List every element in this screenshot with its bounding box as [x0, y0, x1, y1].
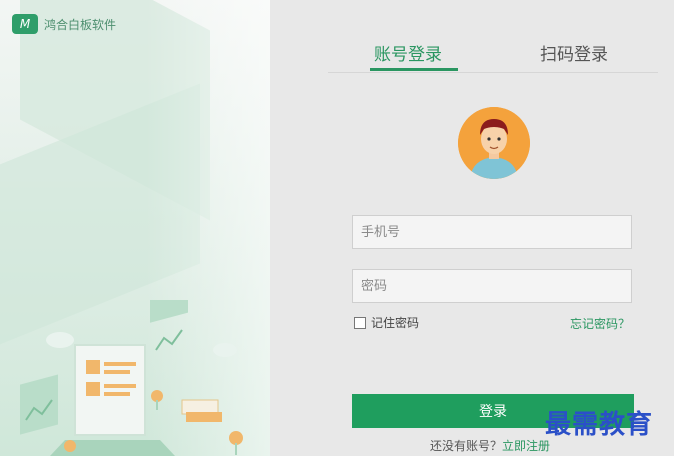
remember-label: 记住密码 [371, 316, 420, 330]
tab-account-login[interactable]: 账号登录 [374, 40, 442, 65]
forgot-password-link[interactable]: 忘记密码？ [570, 315, 630, 332]
password-input[interactable] [353, 270, 631, 302]
illustration-panel: M 鸿合白板软件 [0, 0, 270, 456]
avatar-icon [458, 107, 530, 179]
education-illustration [20, 300, 243, 456]
password-field[interactable] [352, 269, 632, 303]
phone-field[interactable] [352, 215, 632, 249]
brand-name: 鸿合白板软件 [44, 17, 117, 32]
phone-input[interactable] [353, 216, 631, 248]
remember-password[interactable]: 记住密码 [354, 314, 419, 331]
register-prompt-text: 还没有账号？ [430, 439, 503, 453]
remember-checkbox[interactable] [354, 316, 366, 329]
brand: M 鸿合白板软件 [12, 14, 116, 34]
brand-logo: M [12, 14, 38, 34]
login-panel: 账号登录 扫码登录 记住密码 忘记密码？ [270, 0, 674, 456]
register-link[interactable]: 立即注册 [502, 439, 550, 453]
login-tabs: 账号登录 扫码登录 [328, 40, 658, 73]
login-window: M 鸿合白板软件 账号登录 扫码登录 手机号 记住密码 忘记密码？ 登录 还没有… [0, 0, 674, 456]
tab-qr-login[interactable]: 扫码登录 [540, 40, 608, 65]
user-avatar [458, 107, 530, 179]
watermark: 最需教育 [545, 410, 654, 440]
active-tab-indicator [370, 68, 458, 71]
register-prompt: 还没有账号？立即注册 [430, 437, 550, 454]
